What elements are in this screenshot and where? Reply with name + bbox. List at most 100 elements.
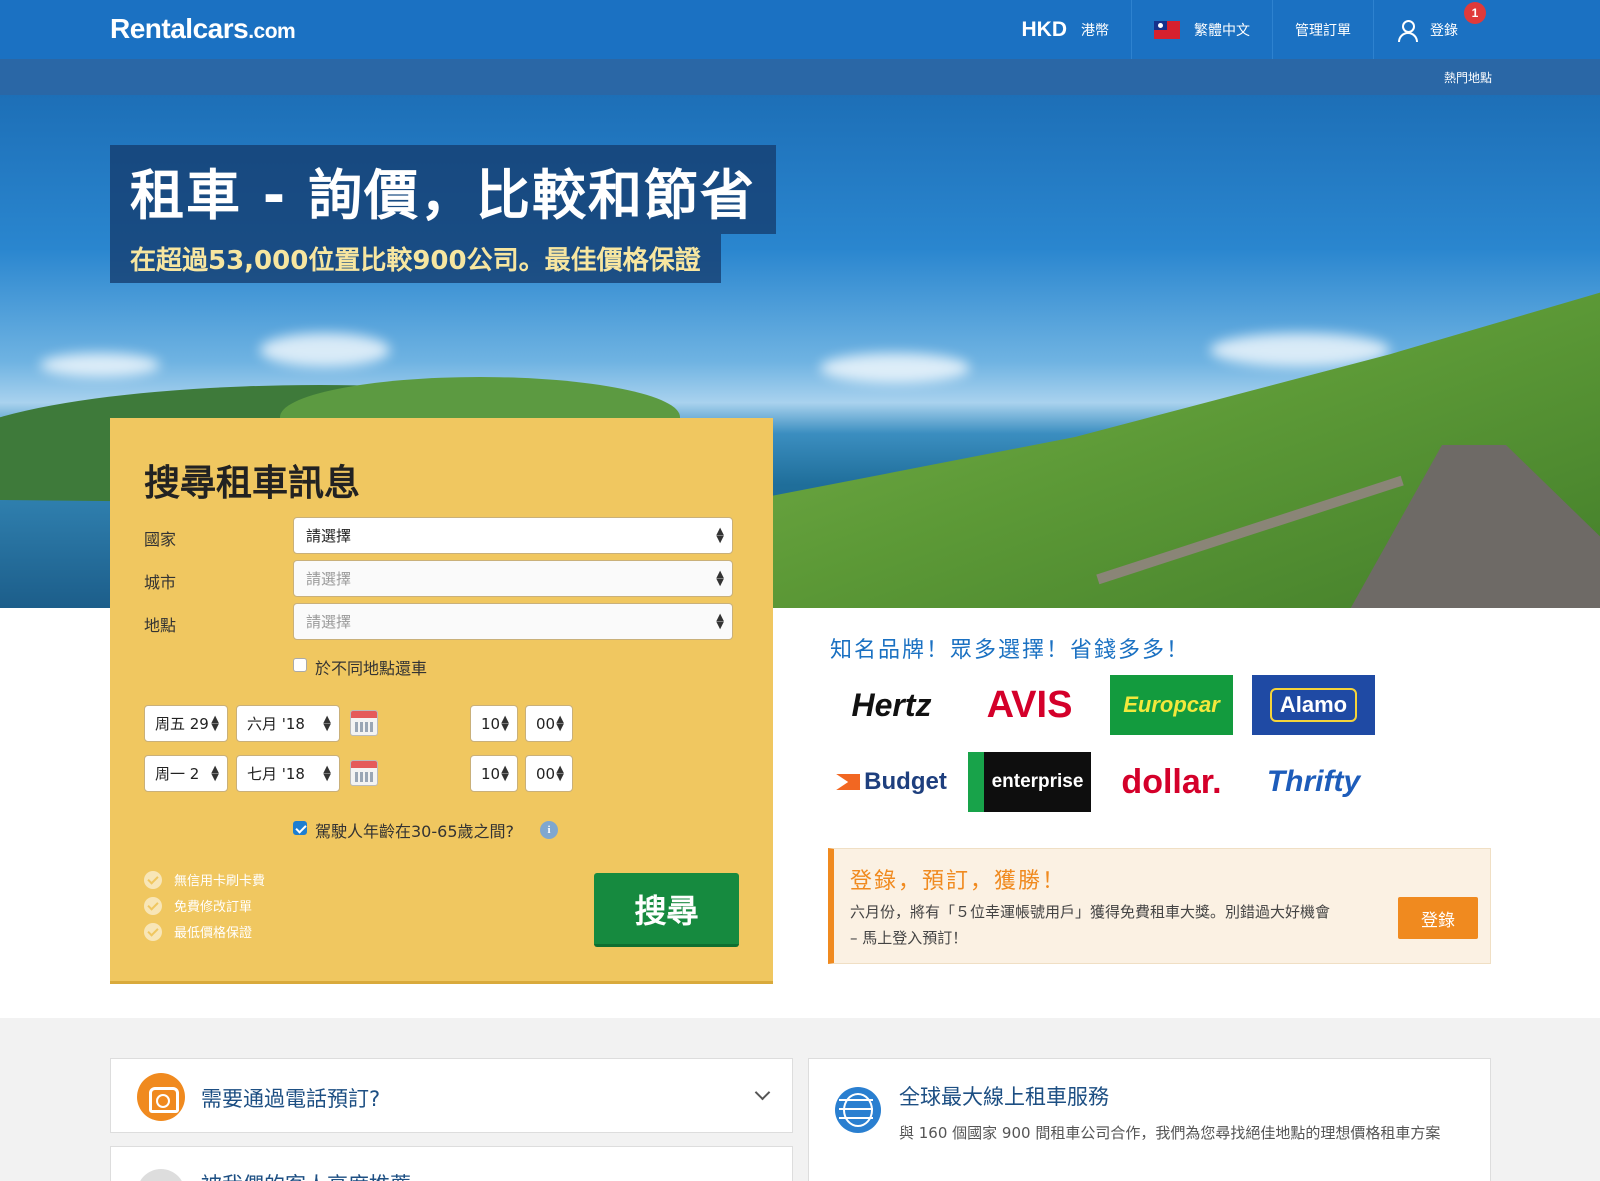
- search-heading: 搜尋租車訊息: [144, 463, 361, 504]
- perk-label: 免費修改訂單: [174, 900, 253, 915]
- chevron-down-icon: [754, 1084, 771, 1101]
- select-arrows-icon: ▲ ▼: [323, 763, 331, 783]
- hero-headline: 租車 - 詢價，比較和節省 在超過53,000位置比較900公司。最佳價格保證: [110, 145, 777, 283]
- phone-booking-title: 需要通過電話預訂?: [201, 1087, 381, 1111]
- pickup-minute-value: 00: [536, 714, 556, 733]
- different-return-label: 於不同地點還車: [315, 659, 428, 678]
- thrifty-logo: Thrifty: [1266, 765, 1361, 798]
- promo-title: 登錄，預訂，獲勝！: [850, 869, 1067, 894]
- currency-selector[interactable]: HKD 港幣: [1000, 0, 1132, 59]
- promo-login-button[interactable]: 登錄: [1398, 897, 1478, 939]
- pickup-hour-select[interactable]: 10 ▲ ▼: [470, 705, 518, 742]
- dropoff-hour-value: 10: [481, 764, 501, 783]
- city-value: 請選擇: [306, 570, 352, 588]
- select-arrows-icon: ▲ ▼: [716, 611, 724, 631]
- rentalcars-logo[interactable]: Rentalcars.com: [110, 13, 296, 45]
- age-label: 駕駛人年齡在30-65歲之間?: [315, 822, 514, 841]
- select-arrows-icon: ▲ ▼: [716, 568, 724, 588]
- check-icon: [144, 922, 162, 941]
- pickup-month-select[interactable]: 六月 '18 ▲ ▼: [236, 705, 340, 742]
- manage-booking-link[interactable]: 管理訂單: [1272, 0, 1373, 59]
- city-select[interactable]: 請選擇 ▲ ▼: [293, 560, 733, 597]
- pickup-hour-value: 10: [481, 714, 501, 733]
- select-arrows-icon: ▲ ▼: [501, 713, 509, 733]
- location-select[interactable]: 請選擇 ▲ ▼: [293, 603, 733, 640]
- cloud: [820, 353, 970, 383]
- nav-menu: HKD 港幣 繁體中文 管理訂單 登錄 1: [1000, 0, 1493, 59]
- different-return-checkbox[interactable]: [293, 658, 307, 672]
- pickup-calendar-icon[interactable]: [350, 710, 378, 736]
- brands-title: 知名品牌！眾多選擇！省錢多多！: [830, 638, 1191, 663]
- select-arrows-icon: ▲ ▼: [556, 713, 564, 733]
- promo-box: 登錄，預訂，獲勝！ 六月份，將有「５位幸運帳號用戶」獲得免費租車大獎。別錯過大好…: [828, 848, 1491, 964]
- info-icon[interactable]: i: [540, 821, 558, 839]
- pickup-month-value: 六月 '18: [247, 715, 305, 733]
- recommend-title: 被我們的客人高度推薦: [201, 1169, 411, 1181]
- budget-label: Budget: [864, 768, 947, 795]
- country-label: 國家: [144, 530, 177, 549]
- dropoff-minute-value: 00: [536, 764, 556, 783]
- notification-badge: 1: [1464, 2, 1486, 24]
- perk-label: 最低價格保證: [174, 926, 253, 941]
- check-icon: [144, 896, 162, 915]
- language-selector[interactable]: 繁體中文: [1131, 0, 1272, 59]
- global-service-card: 全球最大線上租車服務 與 160 個國家 900 間租車公司合作，我們為您尋找絕…: [808, 1058, 1491, 1181]
- hero-subtitle: 在超過53,000位置比較900公司。最佳價格保證: [110, 234, 721, 283]
- dropoff-calendar-icon[interactable]: [350, 760, 378, 786]
- perk-item: 最低價格保證: [144, 922, 252, 941]
- alamo-logo: Alamo: [1252, 675, 1375, 735]
- pickup-minute-select[interactable]: 00 ▲ ▼: [525, 705, 573, 742]
- globe-icon: [835, 1087, 881, 1133]
- city-label: 城市: [144, 573, 177, 592]
- budget-mark-icon: [836, 774, 861, 790]
- pickup-day-select[interactable]: 周五 29 ▲ ▼: [144, 705, 228, 742]
- manage-booking-label: 管理訂單: [1295, 22, 1351, 39]
- currency-code: HKD: [1021, 17, 1068, 41]
- phone-booking-card[interactable]: 需要通過電話預訂?: [110, 1058, 793, 1133]
- global-title: 全球最大線上租車服務: [899, 1085, 1109, 1109]
- recommend-card[interactable]: 被我們的客人高度推薦: [110, 1146, 793, 1181]
- europcar-logo: Europcar: [1110, 675, 1233, 735]
- dropoff-month-select[interactable]: 七月 '18 ▲ ▼: [236, 755, 340, 792]
- language-label: 繁體中文: [1194, 22, 1250, 39]
- perk-label: 無信用卡刷卡費: [174, 874, 266, 889]
- location-value: 請選擇: [306, 613, 352, 631]
- select-arrows-icon: ▲ ▼: [556, 763, 564, 783]
- budget-logo: Budget: [830, 752, 953, 812]
- user-icon: [1396, 19, 1418, 42]
- dollar-logo: dollar.: [1121, 762, 1222, 801]
- sub-nav: 熱門地點: [0, 59, 1600, 95]
- popular-places-link[interactable]: 熱門地點: [1444, 69, 1492, 86]
- search-button[interactable]: 搜尋: [594, 873, 739, 947]
- search-panel: 搜尋租車訊息 國家 請選擇 ▲ ▼ 城市 請選擇 ▲ ▼ 地點 請選擇 ▲ ▼ 於不同…: [110, 418, 773, 984]
- country-value: 請選擇: [306, 527, 352, 545]
- select-arrows-icon: ▲ ▼: [211, 713, 219, 733]
- enterprise-logo: enterprise: [968, 752, 1091, 812]
- select-arrows-icon: ▲ ▼: [501, 763, 509, 783]
- dropoff-day-select[interactable]: 周一 2 ▲ ▼: [144, 755, 228, 792]
- age-checkbox[interactable]: [293, 821, 307, 835]
- login-link[interactable]: 登錄 1: [1373, 0, 1492, 59]
- phone-icon: [137, 1073, 185, 1121]
- location-label: 地點: [144, 616, 177, 635]
- select-arrows-icon: ▲ ▼: [211, 763, 219, 783]
- avis-logo: AVIS: [986, 683, 1073, 726]
- currency-name: 港幣: [1081, 22, 1109, 39]
- country-select[interactable]: 請選擇 ▲ ▼: [293, 517, 733, 554]
- dropoff-minute-select[interactable]: 00 ▲ ▼: [525, 755, 573, 792]
- check-icon: [144, 870, 162, 889]
- hero-title: 租車 - 詢價，比較和節省: [110, 145, 777, 234]
- select-arrows-icon: ▲ ▼: [716, 525, 724, 545]
- dropoff-month-value: 七月 '18: [247, 765, 305, 783]
- hertz-logo: Hertz: [851, 686, 932, 723]
- perk-item: 無信用卡刷卡費: [144, 870, 265, 889]
- dropoff-day-value: 周一 2: [155, 765, 200, 783]
- promo-text: 六月份，將有「５位幸運帳號用戶」獲得免費租車大獎。別錯過大好機會 – 馬上登入預…: [850, 903, 1331, 947]
- top-nav: Rentalcars.com HKD 港幣 繁體中文 管理訂單 登錄 1: [0, 0, 1600, 59]
- cloud: [40, 353, 160, 377]
- dropoff-hour-select[interactable]: 10 ▲ ▼: [470, 755, 518, 792]
- recommend-icon: [137, 1169, 185, 1181]
- perk-item: 免費修改訂單: [144, 896, 252, 915]
- login-label: 登錄: [1430, 22, 1458, 39]
- pickup-day-value: 周五 29: [155, 715, 209, 733]
